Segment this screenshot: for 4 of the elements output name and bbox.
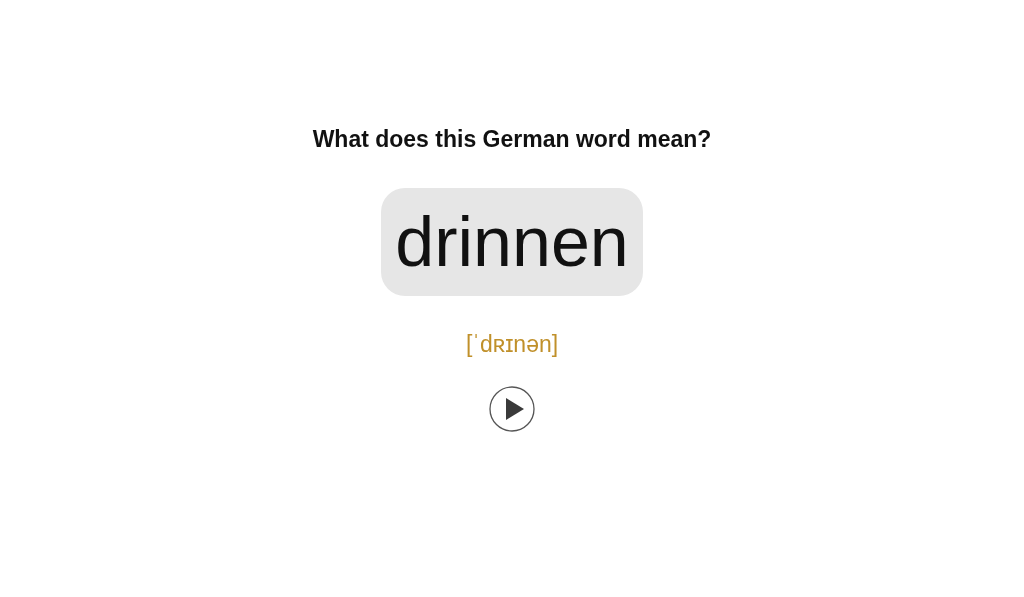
pronunciation-text: [ˈdʀɪnən]	[465, 330, 559, 358]
question-text: What does this German word mean?	[312, 125, 712, 154]
play-button[interactable]	[489, 386, 535, 432]
word-card: drinnen	[381, 188, 643, 296]
